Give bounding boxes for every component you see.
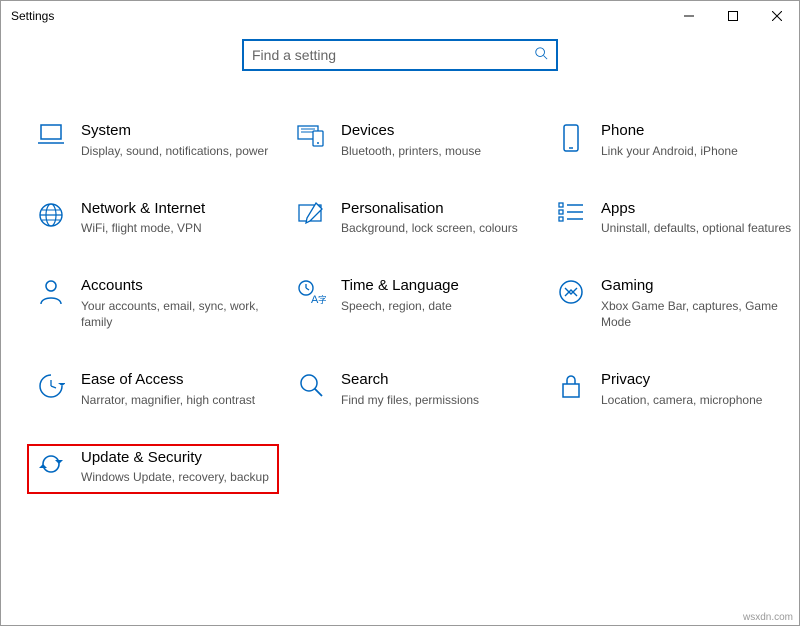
tile-desc: WiFi, flight mode, VPN: [81, 220, 275, 236]
settings-grid: System Display, sound, notifications, po…: [1, 117, 799, 494]
tile-title: Update & Security: [81, 448, 275, 468]
maximize-icon: [728, 11, 738, 21]
tile-title: Ease of Access: [81, 370, 275, 390]
search-box[interactable]: [242, 39, 558, 71]
tile-personalisation[interactable]: Personalisation Background, lock screen,…: [287, 195, 539, 241]
tile-title: System: [81, 121, 275, 141]
apps-list-icon: [551, 199, 591, 223]
tile-title: Personalisation: [341, 199, 535, 219]
tile-desc: Bluetooth, printers, mouse: [341, 143, 535, 159]
tile-title: Devices: [341, 121, 535, 141]
search-icon: [534, 46, 548, 65]
phone-icon: [551, 121, 591, 153]
tile-desc: Windows Update, recovery, backup: [81, 469, 275, 485]
minimize-icon: [684, 11, 694, 21]
search-input[interactable]: [252, 47, 534, 63]
tile-desc: Your accounts, email, sync, work, family: [81, 298, 275, 330]
magnifier-icon: [291, 370, 331, 398]
tile-desc: Uninstall, defaults, optional features: [601, 220, 795, 236]
tile-desc: Link your Android, iPhone: [601, 143, 795, 159]
window-title: Settings: [11, 9, 54, 23]
minimize-button[interactable]: [667, 1, 711, 31]
sync-icon: [31, 448, 71, 478]
tile-gaming[interactable]: Gaming Xbox Game Bar, captures, Game Mod…: [547, 272, 799, 334]
tile-update-security[interactable]: Update & Security Windows Update, recove…: [27, 444, 279, 494]
tile-desc: Display, sound, notifications, power: [81, 143, 275, 159]
close-icon: [772, 11, 782, 21]
search-container: [1, 39, 799, 71]
tile-apps[interactable]: Apps Uninstall, defaults, optional featu…: [547, 195, 799, 241]
tile-ease-of-access[interactable]: Ease of Access Narrator, magnifier, high…: [27, 366, 279, 412]
ease-of-access-icon: [31, 370, 71, 400]
svg-text:字: 字: [318, 294, 326, 305]
tile-devices[interactable]: Devices Bluetooth, printers, mouse: [287, 117, 539, 163]
tile-desc: Xbox Game Bar, captures, Game Mode: [601, 298, 795, 330]
close-button[interactable]: [755, 1, 799, 31]
tile-title: Phone: [601, 121, 795, 141]
devices-icon: [291, 121, 331, 149]
laptop-icon: [31, 121, 71, 149]
tile-desc: Speech, region, date: [341, 298, 535, 314]
tile-privacy[interactable]: Privacy Location, camera, microphone: [547, 366, 799, 412]
tile-desc: Narrator, magnifier, high contrast: [81, 392, 275, 408]
tile-title: Apps: [601, 199, 795, 219]
watermark: wsxdn.com: [743, 612, 793, 623]
maximize-button[interactable]: [711, 1, 755, 31]
gaming-icon: [551, 276, 591, 306]
tile-title: Gaming: [601, 276, 795, 296]
globe-icon: [31, 199, 71, 229]
titlebar: Settings: [1, 1, 799, 31]
tile-network[interactable]: Network & Internet WiFi, flight mode, VP…: [27, 195, 279, 241]
tile-desc: Find my files, permissions: [341, 392, 535, 408]
tile-system[interactable]: System Display, sound, notifications, po…: [27, 117, 279, 163]
time-language-icon: A 字: [291, 276, 331, 306]
tile-desc: Location, camera, microphone: [601, 392, 795, 408]
tile-accounts[interactable]: Accounts Your accounts, email, sync, wor…: [27, 272, 279, 334]
tile-title: Accounts: [81, 276, 275, 296]
tile-title: Time & Language: [341, 276, 535, 296]
tile-search[interactable]: Search Find my files, permissions: [287, 366, 539, 412]
tile-time-language[interactable]: A 字 Time & Language Speech, region, date: [287, 272, 539, 334]
tile-title: Search: [341, 370, 535, 390]
tile-title: Privacy: [601, 370, 795, 390]
tile-desc: Background, lock screen, colours: [341, 220, 535, 236]
lock-icon: [551, 370, 591, 400]
brush-icon: [291, 199, 331, 227]
person-icon: [31, 276, 71, 306]
tile-phone[interactable]: Phone Link your Android, iPhone: [547, 117, 799, 163]
tile-title: Network & Internet: [81, 199, 275, 219]
